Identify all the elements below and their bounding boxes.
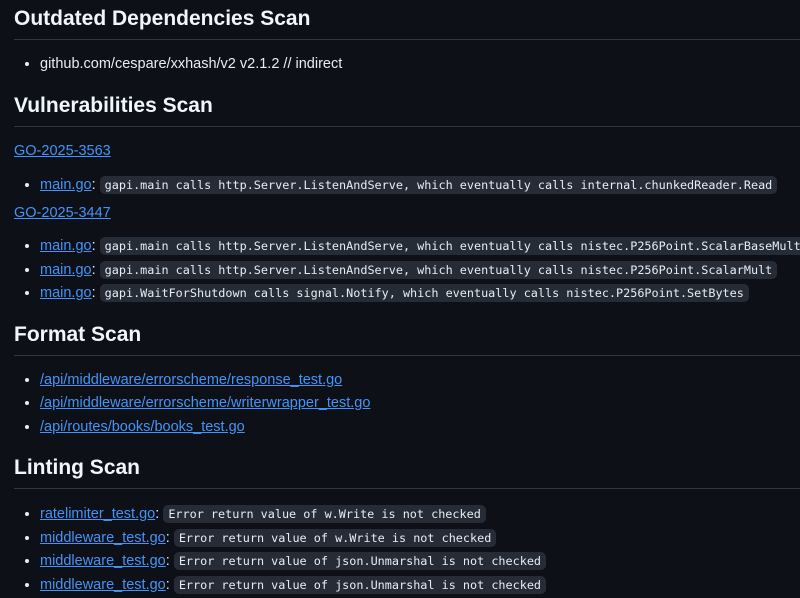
lint-message: Error return value of json.Unmarshal is … <box>173 575 547 594</box>
list-item: main.go: gapi.WaitForShutdown calls sign… <box>40 282 800 306</box>
vuln-id-link[interactable]: GO-2025-3563 <box>14 141 800 161</box>
format-heading: Format Scan <box>14 316 800 356</box>
list-item: middleware_test.go: Error return value o… <box>40 574 800 598</box>
vuln-list: main.go: gapi.main calls http.Server.Lis… <box>14 174 800 198</box>
separator: : <box>91 238 96 254</box>
list-item: ratelimiter_test.go: Error return value … <box>40 503 800 527</box>
lint-message: Error return value of w.Write is not che… <box>173 528 497 547</box>
vuln-message: gapi.WaitForShutdown calls signal.Notify… <box>99 284 749 302</box>
file-link[interactable]: /api/routes/books/books_test.go <box>40 419 245 435</box>
list-item: /api/middleware/errorscheme/response_tes… <box>40 369 800 393</box>
outdated-section: Outdated Dependencies Scan github.com/ce… <box>14 0 800 77</box>
file-link[interactable]: /api/middleware/errorscheme/writerwrappe… <box>40 395 370 411</box>
file-link[interactable]: middleware_test.go <box>40 530 166 546</box>
vuln-group: GO-2025-3447 main.go: gapi.main calls ht… <box>14 203 800 306</box>
separator: : <box>155 506 160 522</box>
vuln-message: gapi.main calls http.Server.ListenAndSer… <box>99 237 800 255</box>
lint-list: ratelimiter_test.go: Error return value … <box>14 503 800 597</box>
vuln-message: gapi.main calls http.Server.ListenAndSer… <box>99 175 778 194</box>
outdated-list: github.com/cespare/xxhash/v2 v2.1.2 // i… <box>14 53 800 77</box>
vuln-id-link[interactable]: GO-2025-3447 <box>14 203 800 223</box>
outdated-heading: Outdated Dependencies Scan <box>14 0 800 40</box>
format-list: /api/middleware/errorscheme/response_tes… <box>14 369 800 440</box>
separator: : <box>165 576 170 593</box>
file-link[interactable]: ratelimiter_test.go <box>40 506 155 522</box>
file-link[interactable]: main.go <box>40 262 92 278</box>
separator: : <box>165 529 170 546</box>
list-item: middleware_test.go: Error return value o… <box>40 550 800 574</box>
list-item: main.go: gapi.main calls http.Server.Lis… <box>40 235 800 259</box>
file-link[interactable]: /api/middleware/errorscheme/response_tes… <box>40 372 342 388</box>
lint-message: Error return value of w.Write is not che… <box>163 505 486 523</box>
vulns-section: Vulnerabilities Scan GO-2025-3563 main.g… <box>14 87 800 306</box>
lint-message: Error return value of json.Unmarshal is … <box>173 552 547 570</box>
file-link[interactable]: main.go <box>40 238 92 254</box>
separator: : <box>91 261 96 278</box>
separator: : <box>91 285 96 301</box>
file-link[interactable]: main.go <box>40 177 92 193</box>
report-page: Outdated Dependencies Scan github.com/ce… <box>0 0 800 598</box>
file-link[interactable]: main.go <box>40 285 92 301</box>
outdated-item: github.com/cespare/xxhash/v2 v2.1.2 // i… <box>40 53 800 77</box>
vuln-list: main.go: gapi.main calls http.Server.Lis… <box>14 235 800 306</box>
list-item: main.go: gapi.main calls http.Server.Lis… <box>40 259 800 283</box>
format-section: Format Scan /api/middleware/errorscheme/… <box>14 316 800 440</box>
separator: : <box>91 176 96 193</box>
lint-heading: Linting Scan <box>14 449 800 489</box>
list-item: middleware_test.go: Error return value o… <box>40 527 800 551</box>
lint-section: Linting Scan ratelimiter_test.go: Error … <box>14 449 800 597</box>
file-link[interactable]: middleware_test.go <box>40 577 166 593</box>
vuln-message: gapi.main calls http.Server.ListenAndSer… <box>99 260 778 279</box>
list-item: main.go: gapi.main calls http.Server.Lis… <box>40 174 800 198</box>
vuln-group: GO-2025-3563 main.go: gapi.main calls ht… <box>14 141 800 198</box>
file-link[interactable]: middleware_test.go <box>40 553 166 569</box>
list-item: /api/routes/books/books_test.go <box>40 416 800 440</box>
separator: : <box>165 553 170 569</box>
vulns-heading: Vulnerabilities Scan <box>14 87 800 127</box>
list-item: /api/middleware/errorscheme/writerwrappe… <box>40 392 800 416</box>
